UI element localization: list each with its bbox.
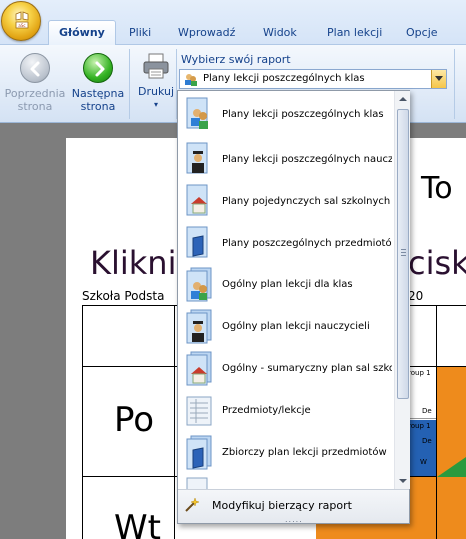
app-logo-icon: aSc [15,11,29,29]
vertical-scrollbar[interactable] [394,91,410,489]
modify-report-button[interactable]: Modyfikuj bierzący raport ..... [178,489,409,524]
tab-pliki[interactable]: Pliki [129,26,151,39]
tab-widok[interactable]: Widok [263,26,297,39]
report-list-item-label: Ogólny - sumaryczny plan sal szkolnych [222,363,392,374]
lesson-cell-orange[interactable] [437,367,466,477]
wand-icon [185,497,200,512]
lesson-cell-split [437,457,466,477]
group-separator [454,49,455,119]
lesson-cell-code: De [422,437,432,445]
report-list-item[interactable]: Plany lekcji poszczególnych klas [178,91,394,141]
tab-opcje[interactable]: Opcje [406,26,438,39]
report-dropdown-list[interactable]: Plany lekcji poszczególnych klas Plany le… [177,90,410,524]
report-list-item-label: Plany poszczególnych przedmiotów [222,238,392,249]
previous-page-button[interactable]: Poprzednia strona [4,53,66,113]
teacher-stack-icon [186,309,214,345]
report-list-item-label: Ogólny plan lekcji dla klas [222,279,353,290]
resize-grip[interactable]: ..... [285,516,303,524]
report-list-item[interactable]: Własne 1 [178,471,394,489]
school-name-right: 20 [408,289,424,303]
print-label: Drukuj [137,85,175,98]
next-page-button[interactable]: Następna strona [70,53,126,113]
report-selector-combobox[interactable]: Plany lekcji poszczególnych klas [179,69,447,89]
report-list-item-label: Plany pojedynczych sal szkolnych [222,196,391,207]
report-selector-label: Wybierz swój raport [181,53,291,66]
chevron-down-icon [399,479,407,483]
page-title-left: Klikni [90,244,177,282]
class-group-icon [186,97,214,133]
chevron-down-icon [435,76,443,81]
previous-page-label: Poprzednia strona [4,87,66,113]
tab-glowny[interactable]: Główny [48,20,116,45]
lesson-cell-blue[interactable]: roup 1 De W [406,420,436,476]
classroom-stack-icon [186,351,214,387]
class-group-icon [185,74,197,86]
report-list: Plany lekcji poszczególnych klas Plany le… [178,91,394,489]
class-group-stack-icon [186,267,214,303]
day-label-monday: Po [114,400,155,440]
report-list-item-label: Przedmioty/lekcje [222,405,311,416]
school-name-left: Szkoła Podsta [82,289,165,303]
arrow-right-icon [83,53,113,83]
scroll-thumb[interactable] [397,109,409,399]
next-page-label: Następna strona [71,87,125,113]
subject-book-icon [186,226,214,262]
ribbon-tab-bar: aSc Główny Pliki Wprowadź Widok Plan lek… [0,0,466,45]
list-sheet-icon [186,393,214,429]
page-title-right: cisk [408,244,466,282]
application-menu-button[interactable]: aSc [1,1,41,41]
print-button[interactable]: Drukuj ▾ [134,51,178,111]
chevron-down-icon: ▾ [153,100,158,109]
report-list-item-label: Plany lekcji poszczególnych nauczycieli [222,154,392,165]
tab-plan-lekcji[interactable]: Plan lekcji [327,26,382,39]
classroom-icon [186,184,214,220]
day-label-tuesday: Wt [114,508,161,539]
printer-icon [143,53,169,79]
tab-wprowadz[interactable]: Wprowadź [178,26,235,39]
document-background [0,124,66,539]
lesson-cell[interactable]: roup 1 De [406,367,436,419]
lesson-cell-group: roup 1 [408,422,431,430]
lesson-cell-code: De [422,407,432,415]
report-list-item-label: Ogólny plan lekcji nauczycieli [222,321,370,332]
svg-text:aSc: aSc [18,23,25,28]
teacher-icon [186,142,214,178]
lesson-cell-group: roup 1 [408,369,431,377]
custom-icon [186,477,214,489]
lesson-cell-orange[interactable] [437,477,466,539]
chevron-up-icon [399,97,407,101]
page-heading: To [421,171,453,206]
grid-line [174,305,175,539]
report-list-item-label: Zbiorczy plan lekcji przedmiotów [222,447,387,458]
lesson-cell-label: W [420,458,427,466]
modify-report-label: Modyfikuj bierzący raport [212,499,352,512]
combobox-dropdown-button[interactable] [431,70,446,88]
scroll-up-button[interactable] [395,91,411,107]
arrow-left-icon [20,53,50,83]
report-list-item-label: Plany lekcji poszczególnych klas [222,109,384,120]
report-selected-value: Plany lekcji poszczególnych klas [203,73,365,84]
subject-stack-icon [186,435,214,471]
group-separator [129,49,130,119]
scroll-down-button[interactable] [395,473,411,489]
